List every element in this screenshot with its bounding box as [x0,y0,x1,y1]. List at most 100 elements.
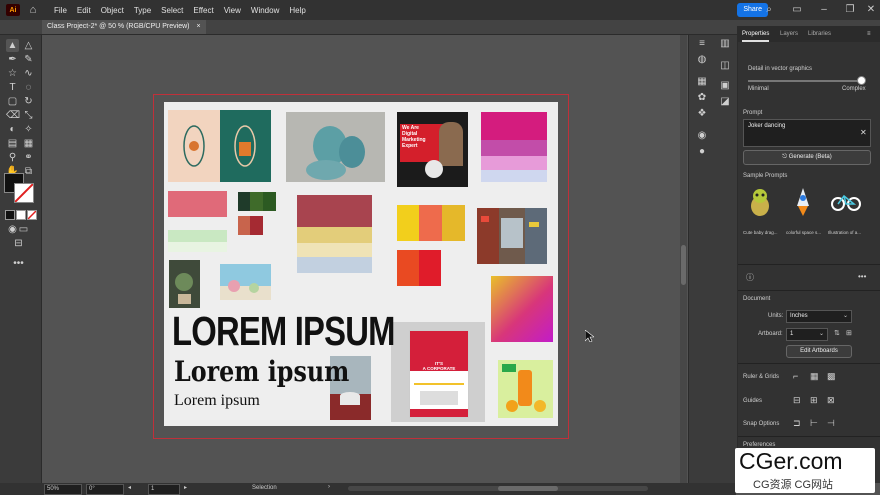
shape-builder-tool-icon[interactable]: ◐ [6,123,19,136]
generate-button[interactable]: ⎋ Generate (Beta) [743,150,871,165]
detail-slider-handle[interactable] [857,76,866,85]
rotate-view-select[interactable]: 0° [86,484,124,495]
curvature-tool-icon[interactable]: ∿ [22,67,35,80]
rotate-tool-icon[interactable]: ↻ [22,95,35,108]
search-icon[interactable]: ⌕ [762,3,776,17]
arrange-documents-icon[interactable]: ▭ [790,3,804,17]
appearance-icon[interactable]: ◉ [695,129,709,143]
color-mode-icon[interactable] [5,210,15,220]
red-orange-palette[interactable] [397,250,441,286]
rectangle-tool-icon[interactable]: ▢ [6,95,19,108]
mesh-tool-icon[interactable]: ▦ [22,137,35,150]
menu-select[interactable]: Select [161,6,183,15]
document-tab[interactable]: Class Project-2* @ 50 % (RGB/CPU Preview… [42,20,206,34]
guides-lock-icon[interactable]: ⊞ [810,395,818,406]
properties-panel-icon[interactable]: ▥ [718,37,732,51]
detail-slider-track[interactable] [748,80,860,82]
assets-panel-icon[interactable]: ◪ [718,95,732,109]
snap-point-icon[interactable]: ⊐ [793,418,801,429]
artboard-grid-icon[interactable]: ⊞ [846,329,852,337]
close-window-icon[interactable]: ✕ [864,3,878,17]
next-artboard-icon[interactable]: ▸ [184,484,187,491]
zoom-select[interactable]: 50% [44,484,82,495]
tab-layers[interactable]: Layers [780,26,798,42]
menu-window[interactable]: Window [251,6,279,15]
horizontal-scrollbar[interactable] [348,486,648,491]
libraries-panel-icon[interactable]: ▣ [718,79,732,93]
clear-prompt-icon[interactable]: ✕ [860,128,867,137]
magenta-palette[interactable] [481,112,547,182]
graphic-styles-icon[interactable]: ● [695,145,709,159]
pencil-tool-icon[interactable]: ✎ [22,53,35,66]
direct-selection-tool-icon[interactable]: △ [22,39,35,52]
artboard-options-icon[interactable]: ⇅ [834,329,840,337]
horizontal-scrollbar-thumb[interactable] [498,486,558,491]
grid-icon[interactable]: ▦ [810,371,819,382]
rulers-icon[interactable]: ⌐ [793,371,798,381]
color-icon[interactable]: ◍ [695,53,709,67]
panel-menu-icon[interactable]: ≡ [867,26,871,42]
green-logo-card[interactable] [220,110,271,182]
artboard-select[interactable]: 1 ⌄ [786,328,828,341]
pale-green-swatch[interactable] [168,242,227,252]
menu-view[interactable]: View [224,6,241,15]
marketing-flyer[interactable]: We Are Digital Marketing Expert [397,112,468,187]
document-tab-close-icon[interactable]: × [196,23,200,30]
menu-effect[interactable]: Effect [193,6,213,15]
layers-panel-icon[interactable]: ◫ [718,59,732,73]
eyedropper-tool-icon[interactable]: ⚲ [6,151,19,164]
yellow-orange-palette[interactable] [397,205,465,241]
guides-show-icon[interactable]: ⊟ [793,395,801,406]
easter-eggs-photo[interactable] [286,112,385,182]
status-menu-icon[interactable]: › [328,484,330,490]
plant-photo[interactable] [169,260,200,308]
peach-logo-card[interactable] [168,110,220,182]
units-select[interactable]: Inches ⌄ [786,310,852,323]
brushes-icon[interactable]: ✿ [695,91,709,105]
eraser-tool-icon[interactable]: ⌫ [6,109,20,122]
heading-lorem-ipsum-bold[interactable]: LOREM IPSUM [172,308,395,355]
heading-lorem-ipsum-serif[interactable]: Lorem ipsum [174,355,349,388]
tab-properties[interactable]: Properties [742,26,770,42]
more-options-icon[interactable]: ••• [858,272,866,281]
menu-lines-icon[interactable]: ≡ [695,37,709,51]
artboard-navigator[interactable]: 1 [148,484,180,495]
menu-object[interactable]: Object [101,6,124,15]
restore-icon[interactable]: ❐ [843,3,857,17]
puppet-warp-tool-icon[interactable]: ✧ [22,123,35,136]
edit-toolbar-icon[interactable]: ••• [12,257,25,270]
green-palette[interactable] [238,192,276,211]
smart-guides-icon[interactable]: ⊠ [827,395,835,406]
minimize-icon[interactable]: – [817,3,831,17]
previous-artboard-icon[interactable]: ◂ [128,484,131,491]
menu-edit[interactable]: Edit [77,6,91,15]
rose-yellow-palette[interactable] [297,195,372,273]
snap-pixel-icon[interactable]: ⊢ [810,418,818,429]
none-mode-icon[interactable] [27,210,37,220]
screen-mode-icon[interactable]: ▭ [17,223,30,236]
sample-dragon-image[interactable] [746,186,774,218]
vertical-scrollbar[interactable] [680,35,687,483]
scrollbar-thumb[interactable] [681,245,686,285]
beach-photo[interactable] [220,264,271,300]
edit-artboards-button[interactable]: Edit Artboards [786,345,852,358]
gradient-tool-icon[interactable]: ▤ [6,137,19,150]
tab-libraries[interactable]: Libraries [808,26,831,42]
home-icon[interactable]: ⌂ [26,3,40,17]
text-lorem-ipsum-small[interactable]: Lorem ipsum [174,392,260,410]
stroke-color-swatch[interactable] [14,183,34,203]
pink-swatch[interactable] [168,191,227,217]
selection-tool-icon[interactable]: ▲ [6,39,19,52]
juice-poster[interactable] [498,360,553,418]
type-tool-icon[interactable]: T [6,81,19,94]
symbols-icon[interactable]: ❖ [695,107,709,121]
street-photo[interactable] [477,208,547,264]
swatches-icon[interactable]: ▦ [695,75,709,89]
transparency-grid-icon[interactable]: ▩ [827,371,836,382]
gradient-tile[interactable] [491,276,553,342]
info-icon[interactable]: ⓘ [746,272,754,283]
blend-tool-icon[interactable]: ⚭ [22,151,35,164]
lasso-tool-icon[interactable]: ◌ [22,81,35,94]
corporate-flyer-mockup[interactable]: IT'S A CORPORATE FLYER [391,322,485,422]
star-tool-icon[interactable]: ☆ [6,67,19,80]
